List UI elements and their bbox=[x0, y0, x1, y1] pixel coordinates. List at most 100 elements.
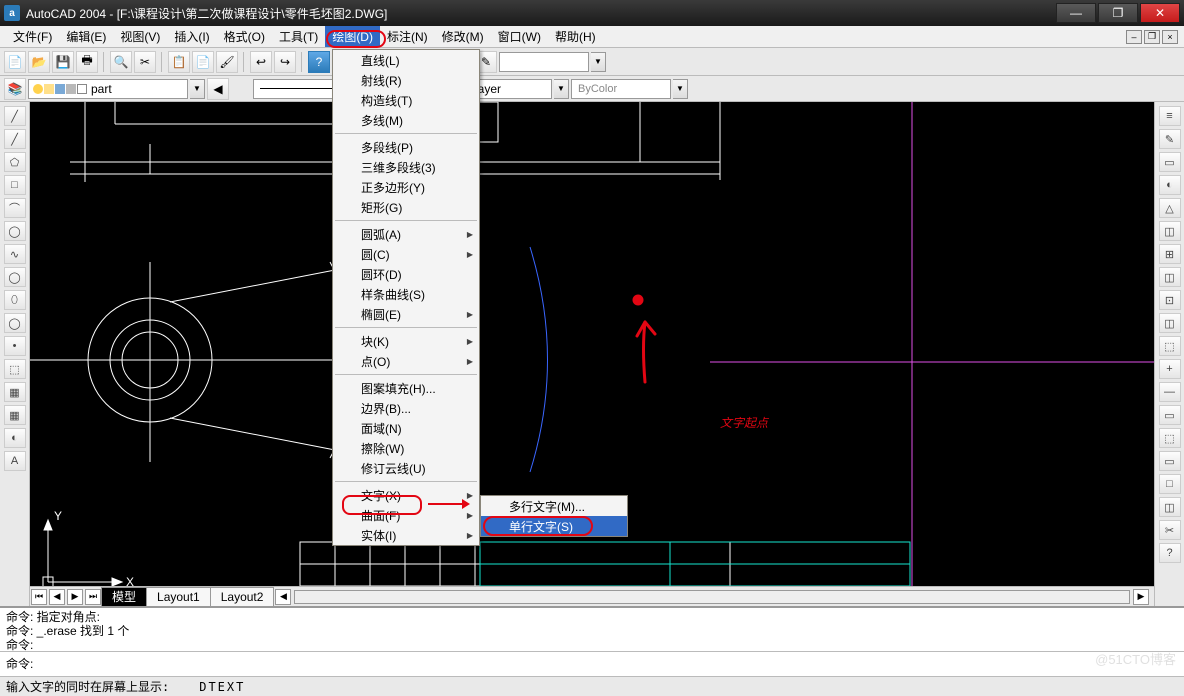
menu-标注(N)[interactable]: 标注(N) bbox=[380, 26, 435, 47]
layout-tab[interactable]: 模型 bbox=[101, 587, 147, 607]
menu-item[interactable]: 擦除(W) bbox=[333, 438, 479, 458]
mdi-close-icon[interactable]: × bbox=[1162, 30, 1178, 44]
draw-tool-icon[interactable]: ∿ bbox=[4, 244, 26, 264]
layout-tab[interactable]: Layout1 bbox=[146, 587, 211, 607]
modify-tool-icon[interactable]: + bbox=[1159, 359, 1181, 379]
modify-tool-icon[interactable]: ▭ bbox=[1159, 451, 1181, 471]
draw-tool-icon[interactable]: ◐ bbox=[4, 428, 26, 448]
modify-tool-icon[interactable]: ⬚ bbox=[1159, 336, 1181, 356]
menu-item[interactable]: 圆弧(A) bbox=[333, 224, 479, 244]
combo-arrow-icon[interactable]: ▼ bbox=[190, 79, 205, 99]
mdi-restore-icon[interactable]: ❐ bbox=[1144, 30, 1160, 44]
tab-last-icon[interactable]: ⏭ bbox=[85, 589, 101, 605]
toolbar-icon[interactable]: 📄 bbox=[192, 51, 214, 73]
draw-tool-icon[interactable]: ⬚ bbox=[4, 359, 26, 379]
menu-item[interactable]: 图案填充(H)... bbox=[333, 378, 479, 398]
draw-tool-icon[interactable]: □ bbox=[4, 175, 26, 195]
menu-item[interactable]: 样条曲线(S) bbox=[333, 284, 479, 304]
modify-tool-icon[interactable]: ? bbox=[1159, 543, 1181, 563]
draw-tool-icon[interactable]: A bbox=[4, 451, 26, 471]
modify-tool-icon[interactable]: ✂ bbox=[1159, 520, 1181, 540]
modify-tool-icon[interactable]: ▭ bbox=[1159, 405, 1181, 425]
toolbar-icon[interactable]: 🔍 bbox=[110, 51, 132, 73]
draw-tool-icon[interactable]: ◯ bbox=[4, 267, 26, 287]
draw-tool-icon[interactable]: ⬠ bbox=[4, 152, 26, 172]
minimize-button[interactable]: — bbox=[1056, 3, 1096, 23]
menu-item[interactable]: 射线(R) bbox=[333, 70, 479, 90]
menu-item[interactable]: 多线(M) bbox=[333, 110, 479, 130]
menu-格式(O)[interactable]: 格式(O) bbox=[217, 26, 272, 47]
draw-tool-icon[interactable]: • bbox=[4, 336, 26, 356]
menu-item[interactable]: 构造线(T) bbox=[333, 90, 479, 110]
modify-tool-icon[interactable]: ◐ bbox=[1159, 175, 1181, 195]
modify-tool-icon[interactable]: ✎ bbox=[1159, 129, 1181, 149]
menu-item[interactable]: 曲面(F) bbox=[333, 505, 479, 525]
menu-item[interactable]: 圆环(D) bbox=[333, 264, 479, 284]
menu-item[interactable]: 修订云线(U) bbox=[333, 458, 479, 478]
draw-tool-icon[interactable]: ⬯ bbox=[4, 290, 26, 310]
modify-tool-icon[interactable]: — bbox=[1159, 382, 1181, 402]
menu-item[interactable]: 矩形(G) bbox=[333, 197, 479, 217]
menu-帮助(H)[interactable]: 帮助(H) bbox=[548, 26, 603, 47]
menu-item[interactable]: 块(K) bbox=[333, 331, 479, 351]
layer-combo[interactable]: part bbox=[28, 79, 188, 99]
menu-修改(M)[interactable]: 修改(M) bbox=[435, 26, 491, 47]
tab-first-icon[interactable]: ⏮ bbox=[31, 589, 47, 605]
draw-tool-icon[interactable]: ◯ bbox=[4, 221, 26, 241]
plotstyle-combo[interactable]: ByColor bbox=[571, 79, 671, 99]
tab-next-icon[interactable]: ▶ bbox=[67, 589, 83, 605]
menu-item[interactable]: 多段线(P) bbox=[333, 137, 479, 157]
menu-编辑(E)[interactable]: 编辑(E) bbox=[59, 26, 113, 47]
menu-item[interactable]: 椭圆(E) bbox=[333, 304, 479, 324]
menu-item[interactable]: 三维多段线(3) bbox=[333, 157, 479, 177]
combo-arrow-icon[interactable]: ▼ bbox=[554, 79, 569, 99]
modify-tool-icon[interactable]: □ bbox=[1159, 474, 1181, 494]
draw-tool-icon[interactable]: ▦ bbox=[4, 382, 26, 402]
menu-插入(I)[interactable]: 插入(I) bbox=[167, 26, 216, 47]
toolbar-icon[interactable]: 📂 bbox=[28, 51, 50, 73]
menu-item[interactable]: 正多边形(Y) bbox=[333, 177, 479, 197]
layer-prev-icon[interactable]: ◀ bbox=[207, 78, 229, 100]
menu-item[interactable]: 面域(N) bbox=[333, 418, 479, 438]
toolbar-icon[interactable]: 🖶 bbox=[76, 51, 98, 73]
draw-tool-icon[interactable]: ⌒ bbox=[4, 198, 26, 218]
command-line[interactable]: 命令: bbox=[0, 652, 1184, 674]
toolbar-icon[interactable]: 🖌 bbox=[216, 51, 238, 73]
modify-tool-icon[interactable]: ≡ bbox=[1159, 106, 1181, 126]
draw-tool-icon[interactable]: ▦ bbox=[4, 405, 26, 425]
modify-tool-icon[interactable]: ⊞ bbox=[1159, 244, 1181, 264]
toolbar-icon[interactable]: 📋 bbox=[168, 51, 190, 73]
menu-绘图(D)[interactable]: 绘图(D) bbox=[325, 26, 380, 47]
menu-item[interactable]: 实体(I) bbox=[333, 525, 479, 545]
hscrollbar[interactable]: ◀ ▶ bbox=[274, 589, 1154, 605]
scroll-left-icon[interactable]: ◀ bbox=[275, 589, 291, 605]
toolbar-icon[interactable]: ↩ bbox=[250, 51, 272, 73]
modify-tool-icon[interactable]: ⊡ bbox=[1159, 290, 1181, 310]
toolbar-icon[interactable]: 📄 bbox=[4, 51, 26, 73]
modify-tool-icon[interactable]: ◫ bbox=[1159, 267, 1181, 287]
modify-tool-icon[interactable]: ◫ bbox=[1159, 497, 1181, 517]
menu-窗口(W)[interactable]: 窗口(W) bbox=[491, 26, 548, 47]
menu-item[interactable]: 边界(B)... bbox=[333, 398, 479, 418]
toolbar-icon[interactable]: 💾 bbox=[52, 51, 74, 73]
menu-item[interactable]: 直线(L) bbox=[333, 50, 479, 70]
mdi-min-icon[interactable]: – bbox=[1126, 30, 1142, 44]
modify-tool-icon[interactable]: ▭ bbox=[1159, 152, 1181, 172]
scroll-right-icon[interactable]: ▶ bbox=[1133, 589, 1149, 605]
tab-prev-icon[interactable]: ◀ bbox=[49, 589, 65, 605]
dim-style-combo[interactable] bbox=[499, 52, 589, 72]
combo-arrow-icon[interactable]: ▼ bbox=[673, 79, 688, 99]
layer-manager-icon[interactable]: 📚 bbox=[4, 78, 26, 100]
draw-tool-icon[interactable]: ╱ bbox=[4, 106, 26, 126]
toolbar-icon[interactable]: ✂ bbox=[134, 51, 156, 73]
submenu-item[interactable]: 单行文字(S) bbox=[481, 516, 627, 536]
modify-tool-icon[interactable]: △ bbox=[1159, 198, 1181, 218]
toolbar-icon[interactable]: ↪ bbox=[274, 51, 296, 73]
maximize-button[interactable]: ❐ bbox=[1098, 3, 1138, 23]
draw-tool-icon[interactable]: ◯ bbox=[4, 313, 26, 333]
menu-文件(F)[interactable]: 文件(F) bbox=[6, 26, 59, 47]
menu-item[interactable]: 圆(C) bbox=[333, 244, 479, 264]
menu-item[interactable]: 文字(X) bbox=[333, 485, 479, 505]
menu-item[interactable]: 点(O) bbox=[333, 351, 479, 371]
menu-视图(V)[interactable]: 视图(V) bbox=[113, 26, 167, 47]
